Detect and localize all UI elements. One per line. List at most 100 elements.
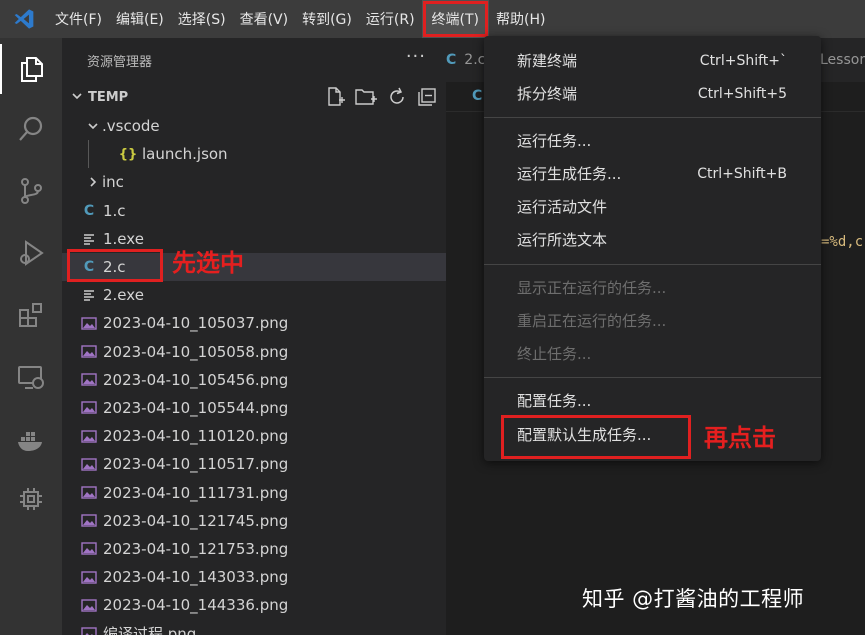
image-icon: [78, 599, 100, 612]
tree-item-launch-json[interactable]: {} launch.json: [88, 140, 446, 169]
menu-split-terminal[interactable]: 拆分终端 Ctrl+Shift+5: [484, 77, 821, 110]
terminal-menu: 新建终端 Ctrl+Shift+` 拆分终端 Ctrl+Shift+5 运行任务…: [484, 36, 821, 461]
explorer-toolbar: [324, 86, 438, 112]
menu-view[interactable]: 查看(V): [233, 0, 296, 38]
c-file-icon: C: [446, 52, 457, 68]
list-item-label: 2023-04-10_111731.png: [103, 483, 289, 502]
menu-run-build-task[interactable]: 运行生成任务... Ctrl+Shift+B: [484, 157, 821, 190]
tree-item-vscode-folder[interactable]: .vscode: [62, 112, 446, 140]
tree-item-2exe[interactable]: 2.exe: [62, 281, 446, 309]
code-fragment: =%d,c: [821, 234, 864, 250]
menu-item-shortcut: Ctrl+Shift+`: [699, 52, 787, 69]
list-item-label: 1.c: [103, 201, 126, 220]
file-tree: .vscode {} launch.json inc C 1.c 1.exe C…: [62, 112, 446, 635]
c-file-icon: C: [472, 88, 483, 104]
tree-item-png[interactable]: 2023-04-10_121745.png: [62, 507, 446, 535]
annotation-step1: 先选中: [172, 249, 244, 277]
tree-item-1c[interactable]: C 1.c: [62, 197, 446, 225]
list-item-label: 编译过程.png: [103, 624, 197, 635]
menu-run-active-file[interactable]: 运行活动文件: [484, 190, 821, 223]
source-control-icon[interactable]: [0, 166, 62, 216]
image-icon: [78, 458, 100, 471]
menu-item-label: 配置任务...: [517, 392, 592, 410]
docker-icon[interactable]: [0, 414, 62, 464]
menu-item-label: 拆分终端: [517, 85, 578, 103]
activity-bar: [0, 38, 62, 635]
menu-edit[interactable]: 编辑(E): [109, 0, 171, 38]
more-actions-icon[interactable]: ···: [406, 46, 426, 67]
menu-item-label: 运行活动文件: [517, 198, 608, 216]
list-item-label: .vscode: [102, 117, 160, 136]
menu-run-selected-text[interactable]: 运行所选文本: [484, 223, 821, 256]
chip-icon[interactable]: [0, 474, 62, 524]
list-item-label: 2023-04-10_121753.png: [103, 539, 289, 558]
new-file-icon[interactable]: [324, 86, 346, 112]
menu-item-label: 显示正在运行的任务...: [517, 279, 667, 297]
menu-bar: 文件(F) 编辑(E) 选择(S) 查看(V) 转到(G) 运行(R) 终端(T…: [0, 0, 865, 38]
list-item-label: 2023-04-10_105037.png: [103, 314, 289, 333]
menu-selection[interactable]: 选择(S): [171, 0, 233, 38]
refresh-icon[interactable]: [386, 86, 408, 112]
c-file-icon: C: [83, 202, 95, 219]
json-icon: {}: [118, 146, 138, 162]
tree-item-png[interactable]: 2023-04-10_105456.png: [62, 366, 446, 394]
menu-new-terminal[interactable]: 新建终端 Ctrl+Shift+`: [484, 44, 821, 77]
menu-item-shortcut: Ctrl+Shift+5: [697, 85, 787, 102]
image-icon: [78, 514, 100, 527]
menu-item-shortcut: Ctrl+Shift+B: [697, 165, 787, 182]
image-icon: [78, 345, 100, 358]
explorer-icon[interactable]: [0, 44, 62, 94]
menu-item-label: 终止任务...: [517, 345, 592, 363]
annotation-step2: 再点击: [704, 424, 776, 452]
list-item-label: inc: [102, 173, 124, 192]
list-item-label: 1.exe: [103, 229, 144, 248]
menu-restart-running-task: 重启正在运行的任务...: [484, 304, 821, 337]
menu-configure-tasks[interactable]: 配置任务...: [484, 384, 821, 417]
tab-lesson[interactable]: Lessor: [820, 38, 865, 82]
list-item-label: 2023-04-10_105456.png: [103, 370, 289, 389]
menu-separator: [484, 264, 821, 265]
menu-help[interactable]: 帮助(H): [489, 0, 552, 38]
tab-label: 2.c: [464, 52, 486, 68]
tree-item-png[interactable]: 2023-04-10_144336.png: [62, 591, 446, 619]
menu-show-running-tasks: 显示正在运行的任务...: [484, 271, 821, 304]
collapse-all-icon[interactable]: [416, 86, 438, 112]
extensions-icon[interactable]: [0, 290, 62, 340]
menu-terminal[interactable]: 终端(T): [421, 0, 490, 38]
tree-item-png[interactable]: 编译过程.png: [62, 619, 446, 635]
explorer-sidebar: 资源管理器 ··· TEMP .vscode {} launch.json in…: [62, 38, 446, 635]
menu-item-label: 运行所选文本: [517, 231, 608, 249]
new-folder-icon[interactable]: [354, 86, 378, 112]
tree-item-png[interactable]: 2023-04-10_121753.png: [62, 535, 446, 563]
tree-item-png[interactable]: 2023-04-10_105058.png: [62, 338, 446, 366]
tree-item-png[interactable]: 2023-04-10_143033.png: [62, 563, 446, 591]
tree-item-inc-folder[interactable]: inc: [62, 168, 446, 196]
list-item-label: 2023-04-10_110120.png: [103, 427, 289, 446]
image-icon: [78, 401, 100, 415]
tree-item-png[interactable]: 2023-04-10_105544.png: [62, 394, 446, 422]
search-icon[interactable]: [0, 104, 62, 154]
list-item-label: 2023-04-10_121745.png: [103, 511, 289, 530]
remote-explorer-icon[interactable]: [0, 352, 62, 402]
list-item-label: 2023-04-10_144336.png: [103, 596, 289, 615]
list-item-label: 2.exe: [103, 286, 144, 305]
menu-separator: [484, 377, 821, 378]
list-item-label: launch.json: [142, 145, 228, 164]
menu-go[interactable]: 转到(G): [295, 0, 359, 38]
list-item-label: 2023-04-10_110517.png: [103, 455, 289, 474]
workspace-root-label: TEMP: [88, 89, 129, 105]
run-debug-icon[interactable]: [0, 228, 62, 278]
tree-item-png[interactable]: 2023-04-10_110517.png: [62, 450, 446, 478]
menu-run-task[interactable]: 运行任务...: [484, 124, 821, 157]
menu-run[interactable]: 运行(R): [359, 0, 422, 38]
menu-file[interactable]: 文件(F): [48, 0, 109, 38]
list-item-label: 2023-04-10_105544.png: [103, 398, 289, 417]
tree-item-png[interactable]: 2023-04-10_111731.png: [62, 478, 446, 506]
menu-item-label: 新建终端: [517, 52, 578, 70]
workspace-root[interactable]: TEMP: [62, 84, 446, 110]
list-item-label: 2023-04-10_105058.png: [103, 342, 289, 361]
tree-item-png[interactable]: 2023-04-10_110120.png: [62, 422, 446, 450]
vscode-logo-icon: [0, 0, 48, 38]
watermark: 知乎 @打酱油的工程师: [582, 587, 805, 611]
tree-item-png[interactable]: 2023-04-10_105037.png: [62, 309, 446, 337]
